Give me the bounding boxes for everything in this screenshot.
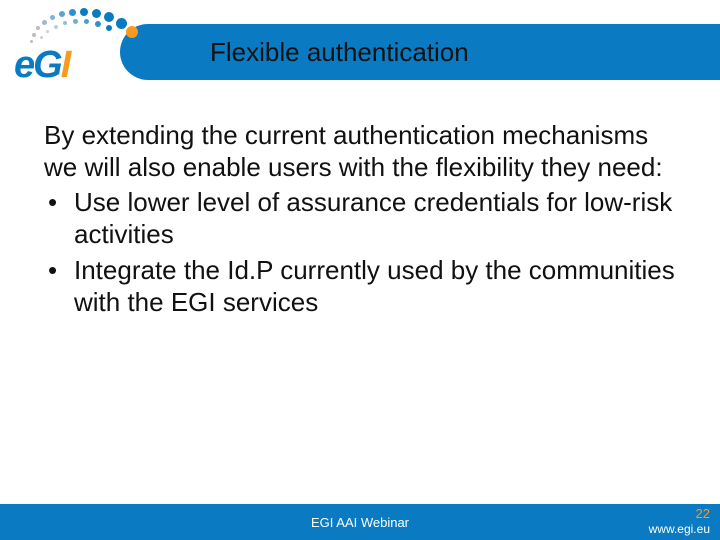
bullet-item: Integrate the Id.P currently used by the… — [44, 255, 676, 318]
footer-bar: EGI AAI Webinar 22 www.egi.eu — [0, 504, 720, 540]
slide-title: Flexible authentication — [210, 37, 469, 68]
logo-text: eGI — [14, 44, 69, 87]
intro-paragraph: By extending the current authentication … — [44, 120, 676, 183]
title-bar: Flexible authentication — [120, 24, 720, 80]
footer-right: 22 www.egi.eu — [649, 506, 710, 537]
bullet-item: Use lower level of assurance credentials… — [44, 187, 676, 250]
body-content: By extending the current authentication … — [44, 120, 676, 318]
bullet-list: Use lower level of assurance credentials… — [44, 187, 676, 318]
slide: Flexible authentication — [0, 0, 720, 540]
footer-url: www.egi.eu — [649, 522, 710, 536]
footer-center-text: EGI AAI Webinar — [0, 515, 720, 530]
egi-logo: eGI — [8, 6, 158, 92]
page-number: 22 — [649, 506, 710, 522]
logo-letter-i: I — [61, 44, 70, 86]
logo-letter-g: G — [33, 44, 61, 86]
logo-letter-e: e — [14, 44, 33, 86]
